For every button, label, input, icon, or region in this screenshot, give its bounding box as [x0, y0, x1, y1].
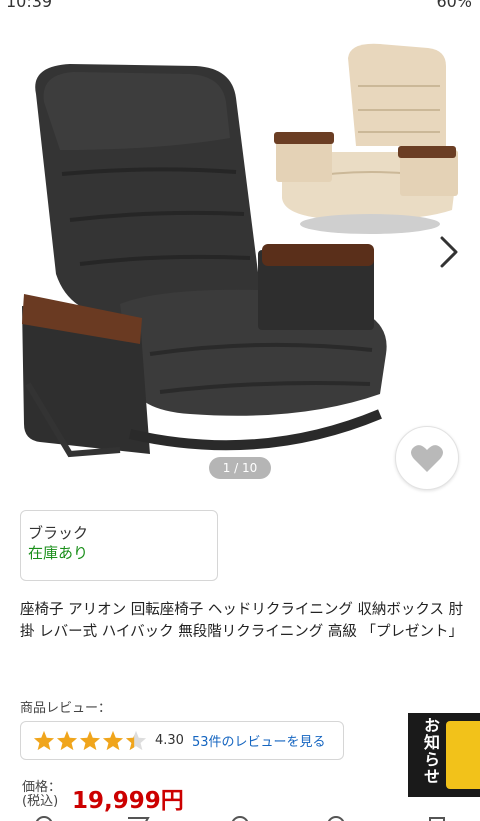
status-battery: 60%	[436, 0, 472, 11]
favorite-button[interactable]	[395, 426, 459, 490]
price-label-line1: 価格：	[22, 780, 62, 795]
product-image-gallery[interactable]: 1 / 10	[0, 14, 480, 484]
rating-value: 4.30	[155, 733, 184, 748]
star-icon	[56, 730, 78, 751]
notice-device-icon	[446, 721, 480, 789]
heart-icon	[411, 445, 443, 472]
notice-badge[interactable]: お知らせ	[408, 713, 480, 797]
review-count-link[interactable]: 53件のレビューを見る	[192, 731, 326, 750]
image-pager: 1 / 10	[209, 457, 271, 479]
status-bar: 10:39 60%	[0, 0, 480, 14]
half-star-icon	[125, 730, 147, 751]
review-section-label: 商品レビュー：	[20, 701, 112, 716]
next-image-button[interactable]	[432, 232, 466, 272]
review-summary[interactable]: 4.30 53件のレビューを見る	[20, 721, 344, 760]
stock-status: 在庫あり	[28, 544, 89, 562]
price-label: 価格： (税込)	[22, 781, 61, 809]
star-icon	[79, 730, 101, 751]
notice-label: お知らせ	[421, 717, 440, 785]
bottom-navigation[interactable]	[0, 810, 480, 821]
product-title: 座椅子 アリオン 回転座椅子 ヘッドリクライニング 収納ボックス 肘掛 レバー式…	[20, 602, 464, 640]
variant-option[interactable]: ブラック 在庫あり	[20, 510, 218, 581]
status-time: 10:39	[6, 0, 53, 11]
star-icon	[33, 730, 55, 751]
black-chair-image	[22, 64, 387, 458]
variant-color-label: ブラック	[28, 524, 89, 542]
star-icon	[102, 730, 124, 751]
price-label-line2: (税込)	[22, 794, 59, 809]
star-rating	[33, 730, 147, 751]
nav-icons	[35, 816, 445, 821]
chevron-right-icon	[440, 236, 458, 268]
